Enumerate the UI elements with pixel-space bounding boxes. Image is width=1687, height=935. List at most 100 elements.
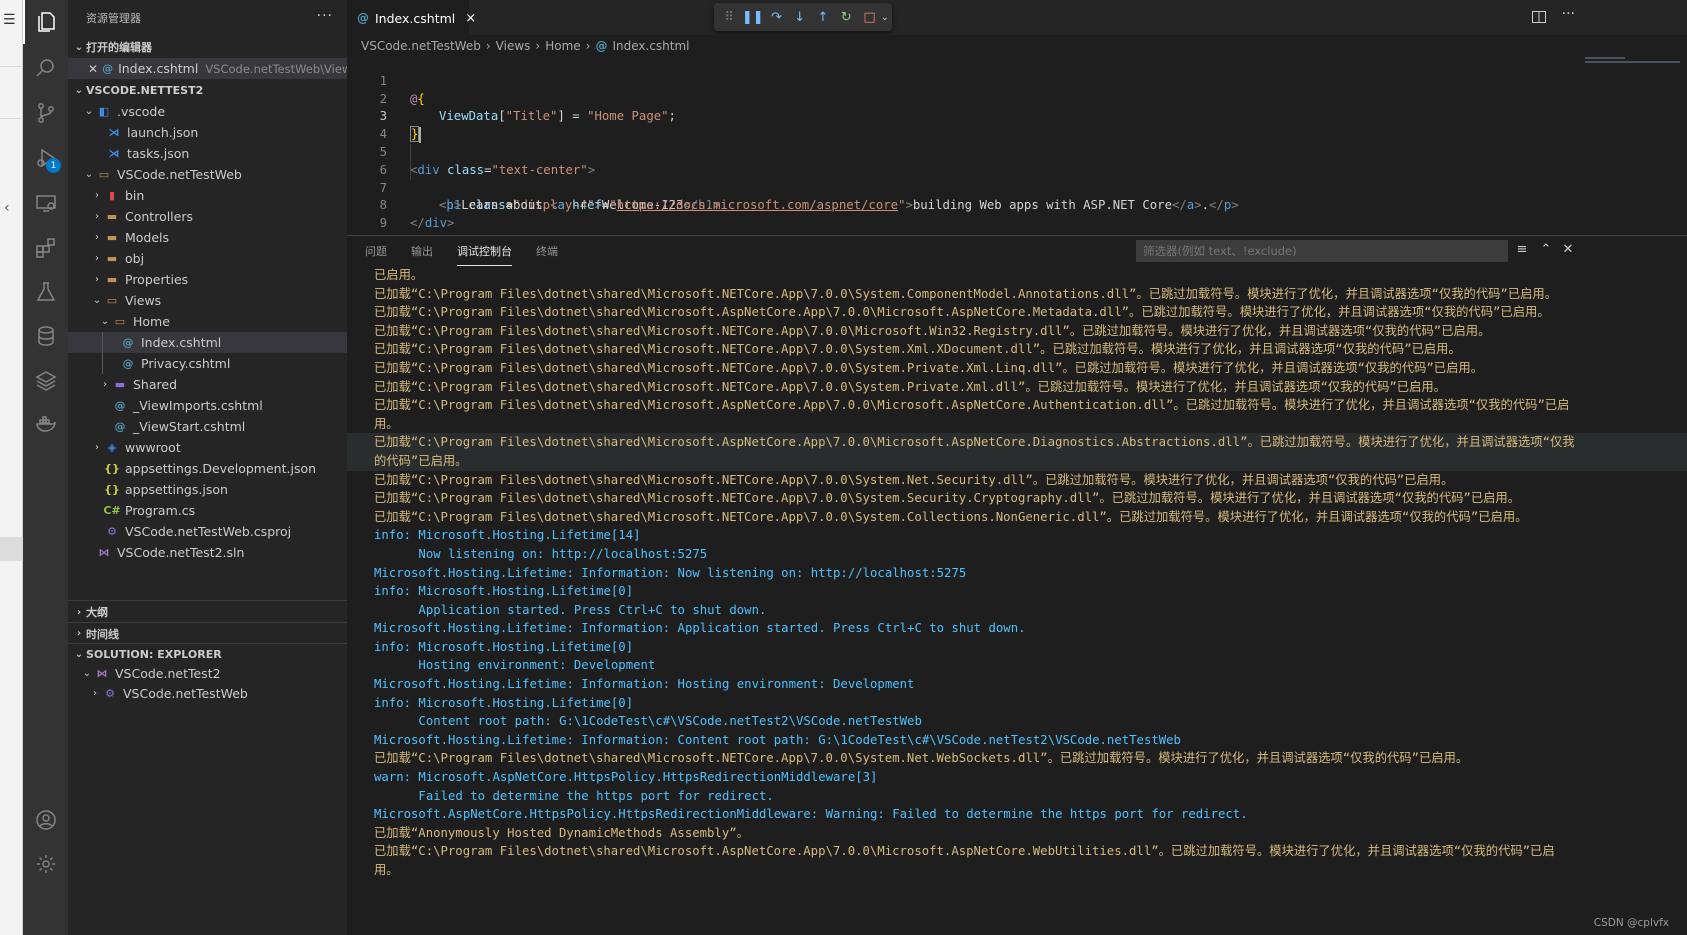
tree-item-label: tasks.json — [127, 146, 190, 161]
account-icon — [35, 810, 56, 830]
tab-output[interactable]: 输出 — [411, 236, 433, 266]
manage-activity[interactable] — [23, 842, 68, 886]
breadcrumb-item[interactable]: Home — [545, 39, 580, 53]
tree-item-wwwroot[interactable]: › ◈ wwwroot — [68, 437, 347, 458]
debug-console-output[interactable]: 已启用。 已加载“C:\Program Files\dotnet\shared\M… — [347, 266, 1687, 906]
tab-index-cshtml[interactable]: @ Index.cshtml × — [347, 0, 476, 35]
razor-file-icon: @ — [122, 336, 134, 349]
tree-item-csproj[interactable]: ⚙ VSCode.netTestWeb.csproj — [68, 521, 347, 542]
panel-tabs: 问题 输出 调试控制台 终端 — [347, 236, 558, 266]
close-icon[interactable]: ✕ — [1560, 242, 1576, 258]
explorer-activity[interactable] — [23, 0, 68, 44]
tree-item-obj[interactable]: › ▬ obj — [68, 248, 347, 269]
console-line: info: Microsoft.Hosting.Lifetime[0] — [374, 695, 634, 710]
pause-icon[interactable]: ❚❚ — [742, 10, 764, 25]
chevron-up-icon[interactable]: ⌃ — [1538, 242, 1554, 258]
extensions-activity[interactable] — [23, 226, 68, 270]
run-debug-activity[interactable]: 1 — [23, 136, 68, 180]
restart-icon[interactable]: ↻ — [839, 10, 853, 25]
chevron-right-icon: › — [95, 211, 99, 222]
tree-item-shared[interactable]: › ▬ Shared — [68, 374, 347, 395]
database-activity[interactable] — [23, 314, 68, 358]
accounts-activity[interactable] — [23, 798, 68, 842]
minimap-line — [1585, 57, 1625, 59]
razor-file-icon: @ — [595, 39, 608, 53]
breadcrumb-item[interactable]: Views — [496, 39, 531, 53]
code-line: 9 — [347, 197, 1687, 230]
tree-item-vscode[interactable]: ⌄ ◧ .vscode — [68, 101, 347, 122]
tree-item-properties[interactable]: › ▬ Properties — [68, 269, 347, 290]
layers-icon — [34, 371, 57, 391]
timeline-section[interactable]: › 时间线 — [68, 622, 347, 644]
tree-item-label: _ViewStart.cshtml — [133, 419, 246, 434]
chevron-left-icon: ‹ — [4, 200, 10, 216]
tree-item-label: VSCode.netTestWeb — [117, 167, 242, 182]
open-editor-index[interactable]: ✕ @ Index.cshtml VSCode.netTestWeb\Views… — [68, 58, 372, 79]
console-line: warn: Microsoft.AspNetCore.HttpsPolicy.H… — [374, 770, 878, 785]
tree-item-controllers[interactable]: › ▬ Controllers — [68, 206, 347, 227]
tree-item-program[interactable]: C# Program.cs — [68, 500, 347, 521]
tree-item-appsettings[interactable]: {} appsettings.json — [68, 479, 347, 500]
tab-problems[interactable]: 问题 — [365, 236, 387, 266]
filter-input[interactable] — [1136, 240, 1508, 262]
code-editor[interactable]: 1 @{ 2 ViewData["Title"] = "Home Page"; … — [347, 55, 1687, 230]
gear-icon — [36, 855, 55, 873]
console-line: 已加载“C:\Program Files\dotnet\shared\Micro… — [347, 433, 1687, 452]
console-line: Now listening on: http://localhost:5275 — [374, 546, 708, 561]
tree-item-launch[interactable]: ⋊ launch.json — [68, 122, 347, 143]
close-icon[interactable]: ✕ — [88, 62, 98, 76]
chevron-down-icon: ⌄ — [82, 668, 92, 679]
more-actions-icon[interactable]: ··· — [1562, 6, 1575, 22]
console-line: info: Microsoft.Hosting.Lifetime[0] — [374, 584, 634, 599]
source-control-activity[interactable] — [23, 91, 68, 135]
tree-item-appsettings-dev[interactable]: {} appsettings.Development.json — [68, 458, 347, 479]
step-out-icon[interactable]: ↑ — [816, 10, 830, 25]
solution-item[interactable]: ⌄ ⋈ VSCode.netTest2 — [68, 663, 347, 684]
breadcrumb-item[interactable]: VSCode.netTestWeb — [361, 39, 481, 53]
drag-handle-icon[interactable]: ⠿ — [722, 10, 736, 25]
tree-item-index[interactable]: @ Index.cshtml — [68, 332, 347, 353]
remote-explorer-activity[interactable] — [23, 181, 68, 225]
step-into-icon[interactable]: ↓ — [793, 10, 807, 25]
tree-item-sln[interactable]: ⋈ VSCode.netTest2.sln — [68, 542, 347, 563]
tree-item-project[interactable]: ⌄ ▭ VSCode.netTestWeb — [68, 164, 347, 185]
tab-debug-console[interactable]: 调试控制台 — [457, 236, 512, 266]
step-over-icon[interactable]: ↷ — [769, 10, 783, 25]
word-wrap-icon[interactable]: ≡ — [1514, 242, 1530, 258]
search-activity[interactable] — [23, 46, 68, 90]
workspace-section[interactable]: ⌄ VSCODE.NETTEST2 — [68, 79, 347, 101]
close-icon[interactable]: × — [465, 11, 476, 26]
chevron-down-icon[interactable]: ⌄ — [878, 10, 892, 25]
chevron-down-icon: ⌄ — [100, 316, 110, 327]
breadcrumb-item[interactable]: Index.cshtml — [612, 39, 689, 53]
tree-item-privacy[interactable]: @ Privacy.cshtml — [68, 353, 347, 374]
console-line: 用。 — [374, 416, 399, 431]
chevron-right-icon: › — [95, 274, 99, 285]
docker-icon — [35, 416, 56, 432]
solution-explorer-section[interactable]: ⌄ SOLUTION: EXPLORER — [68, 643, 347, 665]
more-actions-icon[interactable]: ··· — [317, 8, 333, 24]
tree-item-viewstart[interactable]: @ _ViewStart.cshtml — [68, 416, 347, 437]
testing-activity[interactable] — [23, 270, 68, 314]
solution-project-item[interactable]: › ⚙ VSCode.netTestWeb — [68, 683, 347, 704]
tree-item-viewimports[interactable]: @ _ViewImports.cshtml — [68, 395, 347, 416]
minimap[interactable] — [1577, 55, 1687, 69]
bottom-panel: 问题 输出 调试控制台 终端 ≡ ⌃ ✕ 已启用。已加载“C:\Program … — [347, 235, 1687, 935]
watermark: CSDN @cplvfx — [1593, 917, 1669, 929]
tree-item-views[interactable]: ⌄ ▭ Views — [68, 290, 347, 311]
workspace-label: VSCODE.NETTEST2 — [86, 83, 204, 97]
tree-item-models[interactable]: › ▬ Models — [68, 227, 347, 248]
tree-item-home[interactable]: ⌄ ▭ Home — [68, 311, 347, 332]
layers-activity[interactable] — [23, 358, 68, 402]
tree-item-tasks[interactable]: ⋊ tasks.json — [68, 143, 347, 164]
open-editors-section[interactable]: ⌄ 打开的编辑器 — [68, 36, 347, 58]
tab-terminal[interactable]: 终端 — [536, 236, 558, 266]
tree-item-bin[interactable]: › ▮ bin — [68, 185, 347, 206]
docker-activity[interactable] — [23, 402, 68, 446]
split-editor-icon[interactable] — [1531, 9, 1547, 25]
csproj-file-icon: ⚙ — [105, 687, 115, 700]
outline-section[interactable]: › 大纲 — [68, 601, 347, 623]
stop-icon[interactable]: □ — [862, 10, 876, 25]
folder-icon: ▬ — [106, 273, 118, 286]
console-line: Hosting environment: Development — [374, 658, 656, 673]
